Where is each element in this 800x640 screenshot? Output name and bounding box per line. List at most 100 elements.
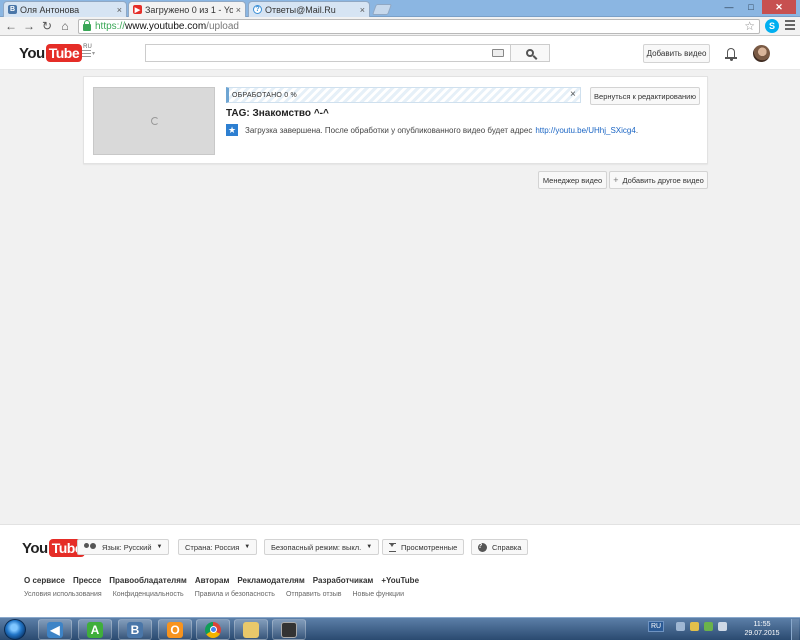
history-label: Просмотренные (401, 542, 458, 552)
back-to-edit-button[interactable]: Вернуться к редактированию (590, 87, 700, 105)
taskbar-clock[interactable]: 11:55 29.07.2015 (742, 620, 782, 638)
search-icon (526, 49, 534, 57)
taskbar-chrome[interactable] (196, 619, 230, 640)
language-label: Язык: Русский (102, 542, 152, 552)
language-button[interactable]: Язык: Русский ▼ (77, 539, 170, 555)
footer-link-plus-youtube[interactable]: +YouTube (381, 576, 419, 585)
footer-primary-links: О сервисе Прессе Правообладателям Автора… (24, 576, 427, 585)
url-host: www.youtube.com (125, 21, 207, 32)
avatar[interactable] (753, 45, 770, 62)
odnoklassniki-icon: О (167, 621, 183, 638)
chevron-down-icon: ▼ (156, 544, 163, 550)
footer-secondary-links: Условия использования Конфиденциальность… (24, 591, 415, 598)
history-button[interactable]: Просмотренные (382, 539, 465, 555)
footer-link-developers[interactable]: Разработчикам (313, 576, 374, 585)
bookmark-star-icon[interactable]: ☆ (744, 19, 755, 33)
maximize-icon[interactable]: □ (740, 0, 762, 14)
taskbar-aimp[interactable]: A (78, 619, 112, 640)
back-arrow-icon[interactable]: ← (4, 19, 18, 33)
loading-spinner-icon (151, 117, 159, 125)
taskbar-monitor[interactable] (272, 619, 306, 640)
aimp-icon: A (87, 621, 103, 638)
tray-app-icon[interactable] (690, 622, 700, 631)
video-url-link[interactable]: http://youtu.be/UHhj_SXicg4 (535, 126, 636, 135)
footer-link-new-features[interactable]: Новые функции (353, 591, 404, 598)
tray-chevron-icon[interactable] (676, 622, 686, 631)
url-scheme: https:// (95, 21, 126, 32)
search-button[interactable] (511, 44, 550, 62)
footer-link-press[interactable]: Прессе (73, 576, 101, 585)
cancel-upload-close-icon[interactable]: × (570, 89, 576, 100)
video-title: TAG: Знакомство ^-^ (226, 108, 329, 119)
video-manager-button[interactable]: Менеджер видео (538, 171, 607, 189)
vk-icon: В (127, 621, 143, 638)
taskbar-vk[interactable]: В (118, 619, 152, 640)
footer-youtube-logo[interactable]: You Tube (22, 539, 86, 557)
tray-volume-icon[interactable] (718, 622, 728, 631)
youtube-logo[interactable]: You Tube RU (19, 44, 92, 62)
upload-video-button[interactable]: Добавить видео (643, 44, 710, 63)
address-bar[interactable]: https:// www.youtube.com /upload ☆ (78, 19, 760, 34)
windows-taskbar: ◀ A В О RU 11:55 29.07.2015 (0, 617, 800, 640)
star-status-icon: ★ (226, 124, 238, 136)
skype-extension-icon[interactable]: S (765, 19, 779, 33)
show-desktop-button[interactable] (791, 619, 799, 640)
country-label: Страна: Россия (185, 542, 240, 552)
tab-youtube-upload[interactable]: ▶ Загружено 0 из 1 - YouTu × (128, 1, 246, 17)
clock-date: 29.07.2015 (744, 630, 780, 637)
forward-arrow-icon[interactable]: → (22, 19, 36, 33)
reload-icon[interactable]: ↻ (40, 19, 54, 33)
safety-mode-button[interactable]: Безопасный режим: выкл. ▼ (264, 539, 380, 555)
new-tab-button[interactable] (371, 4, 393, 15)
footer-link-about[interactable]: О сервисе (24, 576, 65, 585)
logo-tube-text: Tube (45, 44, 83, 62)
tab-close-icon[interactable]: × (360, 5, 365, 15)
youtube-header: You Tube RU ▾ Добавить видео (0, 36, 800, 70)
language-indicator[interactable]: RU (648, 621, 665, 632)
url-path: /upload (206, 21, 239, 32)
windows-start-icon[interactable] (4, 619, 26, 640)
taskbar-odnoklassniki[interactable]: О (158, 619, 192, 640)
system-tray: RU (648, 621, 732, 632)
guide-menu-icon[interactable]: ▾ (82, 50, 96, 59)
youtube-icon: ▶ (133, 5, 142, 14)
clock-time: 11:55 (753, 621, 771, 628)
footer-link-advertise[interactable]: Рекламодателям (237, 576, 304, 585)
footer-link-feedback[interactable]: Отправить отзыв (286, 591, 342, 598)
mailru-answers-icon: ? (253, 5, 262, 14)
footer-link-terms[interactable]: Условия использования (24, 591, 102, 598)
upload-status-line: ★ Загрузка завершена. После обработки у … (226, 124, 638, 136)
keyboard-icon[interactable] (492, 49, 504, 57)
tab-mailru-answers[interactable]: ? Ответы@Mail.Ru × (248, 1, 370, 17)
vk-icon: В (8, 5, 17, 14)
footer-link-privacy[interactable]: Конфиденциальность (113, 591, 184, 598)
tab-vk-profile[interactable]: В Оля Антонова × (3, 1, 127, 17)
chrome-menu-icon[interactable] (785, 20, 795, 32)
monitor-icon (281, 621, 297, 638)
window-close-icon[interactable]: ✕ (762, 0, 796, 14)
tab-close-icon[interactable]: × (236, 5, 241, 15)
notifications-bell-icon[interactable] (725, 47, 737, 61)
media-player-icon: ◀ (47, 621, 63, 638)
minimize-icon[interactable]: — (718, 0, 740, 14)
progress-text: ОБРАБОТАНО 0 % (232, 91, 297, 99)
taskbar-media-player[interactable]: ◀ (38, 619, 72, 640)
footer-link-creators[interactable]: Авторам (195, 576, 230, 585)
footer-link-policy-safety[interactable]: Правила и безопасность (195, 591, 275, 598)
window-controls: — □ ✕ (718, 0, 796, 14)
tab-label: Загружено 0 из 1 - YouTu (145, 4, 233, 15)
tab-close-icon[interactable]: × (117, 5, 122, 15)
chrome-icon (205, 621, 221, 638)
footer-link-copyright[interactable]: Правообладателям (109, 576, 187, 585)
lock-icon (83, 20, 91, 31)
explorer-icon (243, 621, 259, 638)
safety-label: Безопасный режим: выкл. (271, 542, 362, 552)
home-icon[interactable]: ⌂ (58, 19, 72, 33)
help-button[interactable]: ? Справка (471, 539, 529, 555)
search-input[interactable] (145, 44, 511, 62)
tray-network-icon[interactable] (704, 622, 714, 631)
chevron-down-icon: ▼ (366, 544, 373, 550)
taskbar-explorer[interactable] (234, 619, 268, 640)
country-button[interactable]: Страна: Россия ▼ (178, 539, 258, 555)
add-another-video-button[interactable]: + Добавить другое видео (609, 171, 708, 189)
